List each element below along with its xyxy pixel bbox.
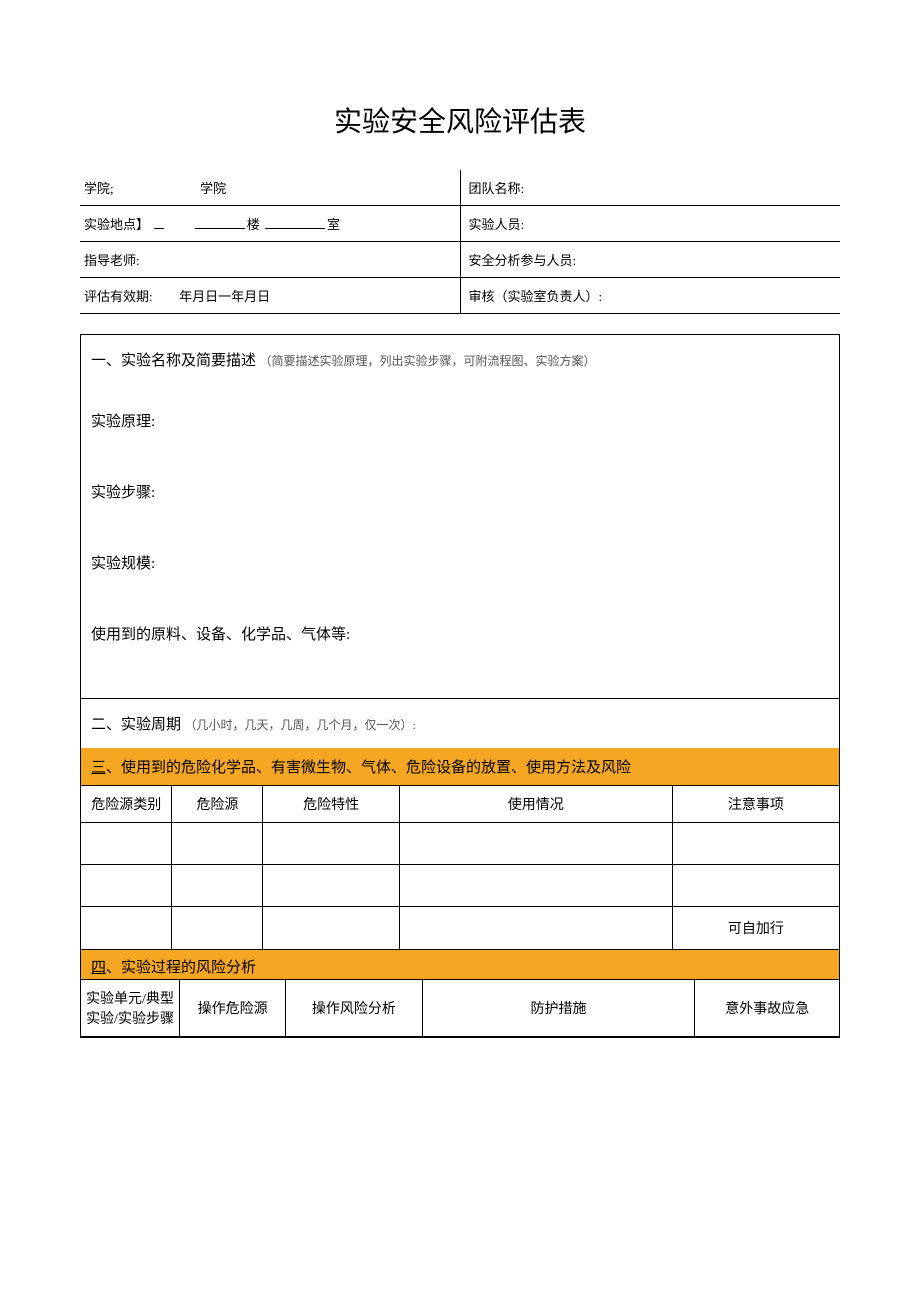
info-auditor: 审核（实验室负责人）: — [460, 278, 840, 314]
table-row — [81, 865, 839, 907]
table-row: 可自加行 — [81, 907, 839, 949]
location-label: 实验地点】 — [84, 217, 149, 232]
building-suffix: 楼 — [247, 217, 260, 232]
college-label: 学院; — [84, 181, 114, 196]
analysis-col-1: 实验单元/典型实验/实验步骤 — [81, 980, 180, 1037]
risk-col-2: 危险源 — [172, 786, 263, 823]
risk-col-5: 注意事项 — [672, 786, 839, 823]
personnel-label: 实验人员: — [469, 217, 525, 232]
field-materials: 使用到的原料、设备、化学品、气体等: — [91, 583, 829, 684]
validity-label: 评估有效期: — [84, 289, 153, 304]
team-label: 团队名称: — [469, 181, 525, 196]
page-title: 实验安全风险评估表 — [80, 100, 840, 140]
section-1-header: 一、实验名称及简要描述 — [91, 353, 256, 369]
section-4-prefix: 四 — [91, 960, 106, 976]
field-steps: 实验步骤: — [91, 441, 829, 512]
risk-col-4: 使用情况 — [399, 786, 672, 823]
info-safety-personnel: 安全分析参与人员: — [460, 242, 840, 278]
section-4-header: 四、实验过程的风险分析 — [81, 949, 839, 980]
field-principle: 实验原理: — [91, 370, 829, 441]
info-instructor: 指导老师: — [80, 242, 460, 278]
add-row-hint: 可自加行 — [672, 907, 839, 949]
analysis-col-3: 操作风险分析 — [286, 980, 422, 1037]
section-3-prefix: 三 — [91, 760, 106, 776]
analysis-col-2: 操作危险源 — [180, 980, 286, 1037]
info-location: 实验地点】 楼 室 — [80, 206, 460, 242]
analysis-table: 实验单元/典型实验/实验步骤 操作危险源 操作风险分析 防护措施 意外事故应急 — [81, 980, 839, 1037]
section-1: 一、实验名称及简要描述 （简要描述实验原理，列出实验步骤，可附流程图、实验方案）… — [81, 335, 839, 699]
info-table: 学院; 学院 团队名称: 实验地点】 楼 室 实验人员: 指导老师: 安全分析参… — [80, 170, 840, 314]
table-row — [81, 823, 839, 865]
instructor-label: 指导老师: — [84, 253, 140, 268]
college-value: 学院 — [200, 181, 226, 196]
risk-col-1: 危险源类别 — [81, 786, 172, 823]
section-4-text: 、实验过程的风险分析 — [106, 960, 256, 976]
auditor-label: 审核（实验室负责人）: — [469, 289, 603, 304]
section-2-note: （几小时，几天，几周，几个月，仅一次）: — [185, 718, 416, 732]
field-scale: 实验规模: — [91, 512, 829, 583]
risk-col-3: 危险特性 — [263, 786, 399, 823]
validity-value: 年月日一年月日 — [179, 289, 270, 304]
section-3-header: 三、使用到的危险化学品、有害微生物、气体、危险设备的放置、使用方法及风险 — [81, 748, 839, 786]
room-suffix: 室 — [327, 217, 340, 232]
info-college: 学院; 学院 — [80, 170, 460, 206]
info-team: 团队名称: — [460, 170, 840, 206]
section-2: 二、实验周期 （几小时，几天，几周，几个月，仅一次）: — [81, 699, 839, 748]
section-3-text: 、使用到的危险化学品、有害微生物、气体、危险设备的放置、使用方法及风险 — [106, 760, 631, 776]
section-2-header: 二、实验周期 — [91, 717, 181, 733]
risk-table: 危险源类别 危险源 危险特性 使用情况 注意事项 可自加行 — [81, 786, 839, 949]
analysis-col-4: 防护措施 — [422, 980, 695, 1037]
section-1-note: （简要描述实验原理，列出实验步骤，可附流程图、实验方案） — [260, 354, 596, 368]
safety-personnel-label: 安全分析参与人员: — [469, 253, 577, 268]
info-personnel: 实验人员: — [460, 206, 840, 242]
analysis-col-5: 意外事故应急 — [695, 980, 839, 1037]
main-content-box: 一、实验名称及简要描述 （简要描述实验原理，列出实验步骤，可附流程图、实验方案）… — [80, 334, 840, 1038]
info-validity: 评估有效期: 年月日一年月日 — [80, 278, 460, 314]
